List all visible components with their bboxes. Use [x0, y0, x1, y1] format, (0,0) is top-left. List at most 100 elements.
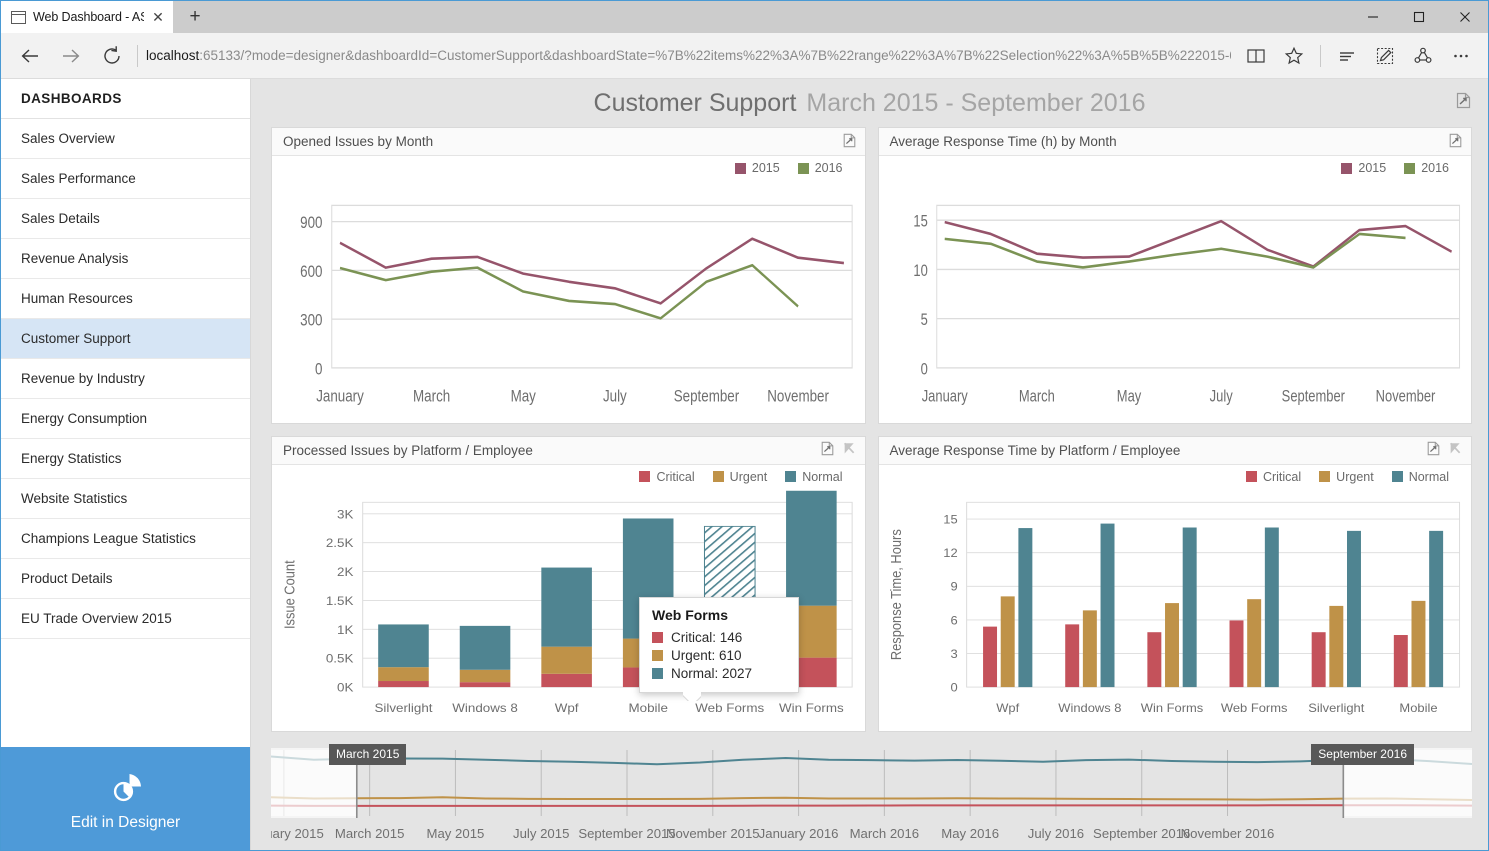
panel-body: Critical Urgent Normal 03691215Res — [879, 465, 1472, 732]
sidebar-item-sales-performance[interactable]: Sales Performance — [1, 159, 250, 199]
svg-text:September: September — [674, 387, 739, 406]
panel-export-icon[interactable] — [1426, 441, 1441, 459]
sidebar-item-label: Sales Details — [21, 211, 100, 226]
more-icon[interactable] — [1442, 35, 1480, 77]
range-selector-chart[interactable]: January 2015March 2015May 2015July 2015S… — [271, 742, 1472, 850]
svg-text:3K: 3K — [337, 508, 354, 521]
svg-text:May: May — [1116, 387, 1141, 406]
url-host: localhost — [146, 48, 199, 63]
tooltip-row-normal: Normal: 2027 — [652, 666, 784, 681]
panel-header: Average Response Time (h) by Month — [879, 128, 1472, 156]
sidebar-item-champions-league-statistics[interactable]: Champions League Statistics — [1, 519, 250, 559]
sidebar-item-revenue-by-industry[interactable]: Revenue by Industry — [1, 359, 250, 399]
svg-text:900: 900 — [300, 214, 322, 233]
page-title: Customer Support — [594, 89, 797, 118]
panel-header: Average Response Time by Platform / Empl… — [879, 437, 1472, 465]
sidebar-item-revenue-analysis[interactable]: Revenue Analysis — [1, 239, 250, 279]
panel-export-icon[interactable] — [820, 441, 835, 459]
tooltip-swatch — [652, 632, 663, 643]
tab-close-icon[interactable]: ✕ — [151, 10, 165, 24]
minimize-icon[interactable] — [1350, 1, 1396, 33]
panel-export-icon[interactable] — [842, 133, 857, 151]
svg-text:January 2015: January 2015 — [271, 826, 324, 841]
svg-text:September: September — [1281, 387, 1344, 406]
svg-text:Wpf: Wpf — [996, 701, 1020, 714]
svg-text:July 2016: July 2016 — [1028, 826, 1084, 841]
svg-text:1.5K: 1.5K — [326, 594, 354, 607]
tab-title: Web Dashboard - ASP.N — [33, 10, 144, 24]
edit-in-designer-button[interactable]: Edit in Designer — [1, 747, 250, 850]
sidebar-item-product-details[interactable]: Product Details — [1, 559, 250, 599]
panel-body: 2015 2016 0300600900JanuaryMarchMayJulyS… — [272, 156, 865, 423]
forward-arrow-icon[interactable] — [50, 35, 91, 77]
panel-opened-issues: Opened Issues by Month — [271, 127, 866, 424]
tooltip-title: Web Forms — [652, 607, 784, 623]
svg-text:November 2015: November 2015 — [666, 826, 760, 841]
hub-icon[interactable] — [1328, 35, 1366, 77]
panel-drill-up-icon[interactable] — [1448, 441, 1463, 459]
tooltip-label: Normal: 2027 — [671, 666, 752, 681]
svg-text:March: March — [1018, 387, 1054, 406]
toolbar-actions — [1237, 35, 1480, 77]
address-bar[interactable]: localhost:65133/?mode=designer&dashboard… — [146, 35, 1231, 77]
sidebar-item-sales-overview[interactable]: Sales Overview — [1, 119, 250, 159]
tooltip-label: Critical: 146 — [671, 630, 742, 645]
browser-tab[interactable]: Web Dashboard - ASP.N ✕ — [1, 1, 173, 33]
dashboard-date-range: March 2015 - September 2016 — [806, 89, 1145, 118]
svg-text:Response Time, Hours: Response Time, Hours — [888, 529, 904, 660]
dashboard-export-icon[interactable] — [1455, 92, 1472, 114]
reading-view-icon[interactable] — [1237, 35, 1275, 77]
svg-text:1K: 1K — [337, 623, 354, 636]
svg-text:September 2015: September 2015 — [578, 826, 675, 841]
sidebar-item-label: Energy Statistics — [21, 451, 122, 466]
sidebar-item-energy-statistics[interactable]: Energy Statistics — [1, 439, 250, 479]
sidebar-item-sales-details[interactable]: Sales Details — [1, 199, 250, 239]
svg-text:0: 0 — [315, 360, 322, 379]
panel-export-icon[interactable] — [1448, 133, 1463, 151]
dashboard-sidebar: DASHBOARDS Sales Overview Sales Performa… — [1, 79, 251, 850]
chart-tooltip: Web Forms Critical: 146 Urgent: 610 — [639, 597, 799, 693]
sidebar-item-label: EU Trade Overview 2015 — [21, 611, 172, 626]
range-selector[interactable]: March 2015 September 2016 January 2015Ma… — [271, 742, 1472, 850]
svg-text:May: May — [511, 387, 537, 406]
svg-text:September 2016: September 2016 — [1093, 826, 1190, 841]
opened-issues-line-chart[interactable]: 0300600900JanuaryMarchMayJulySeptemberNo… — [272, 156, 865, 423]
url-path: :65133/?mode=designer&dashboardId=Custom… — [199, 48, 1231, 63]
back-arrow-icon[interactable] — [9, 35, 50, 77]
sidebar-item-energy-consumption[interactable]: Energy Consumption — [1, 399, 250, 439]
sidebar-item-eu-trade-overview-2015[interactable]: EU Trade Overview 2015 — [1, 599, 250, 639]
svg-text:July: July — [1209, 387, 1232, 406]
sidebar-item-human-resources[interactable]: Human Resources — [1, 279, 250, 319]
star-icon[interactable] — [1275, 35, 1313, 77]
panel-title: Average Response Time (h) by Month — [890, 134, 1449, 149]
new-tab-button[interactable]: + — [173, 1, 217, 33]
sidebar-header: DASHBOARDS — [1, 79, 250, 119]
sidebar-item-label: Energy Consumption — [21, 411, 147, 426]
svg-text:6: 6 — [950, 613, 957, 626]
maximize-icon[interactable] — [1396, 1, 1442, 33]
avg-response-platform-bar-chart[interactable]: 03691215Response Time, HoursWpfWindows 8… — [879, 465, 1472, 732]
svg-text:November: November — [1375, 387, 1435, 406]
svg-text:0K: 0K — [337, 681, 354, 694]
svg-text:3: 3 — [950, 647, 957, 660]
svg-text:Windows 8: Windows 8 — [1058, 701, 1121, 714]
share-icon[interactable] — [1404, 35, 1442, 77]
sidebar-item-label: Revenue by Industry — [21, 371, 145, 386]
tooltip-row-critical: Critical: 146 — [652, 630, 784, 645]
svg-text:Web Forms: Web Forms — [1220, 701, 1287, 714]
svg-text:November: November — [767, 387, 829, 406]
sidebar-item-customer-support[interactable]: Customer Support — [1, 319, 250, 359]
avg-response-month-line-chart[interactable]: 051015JanuaryMarchMayJulySeptemberNovemb… — [879, 156, 1472, 423]
svg-text:300: 300 — [300, 311, 322, 330]
svg-text:9: 9 — [950, 580, 957, 593]
panel-actions — [1448, 133, 1463, 151]
svg-text:March 2016: March 2016 — [850, 826, 920, 841]
refresh-icon[interactable] — [92, 35, 133, 77]
close-icon[interactable] — [1442, 1, 1488, 33]
svg-text:May 2015: May 2015 — [427, 826, 485, 841]
sidebar-item-website-statistics[interactable]: Website Statistics — [1, 479, 250, 519]
svg-text:Issue Count: Issue Count — [281, 560, 298, 629]
web-note-icon[interactable] — [1366, 35, 1404, 77]
panel-avg-response-platform: Average Response Time by Platform / Empl… — [878, 436, 1473, 733]
panel-drill-up-icon[interactable] — [842, 441, 857, 459]
